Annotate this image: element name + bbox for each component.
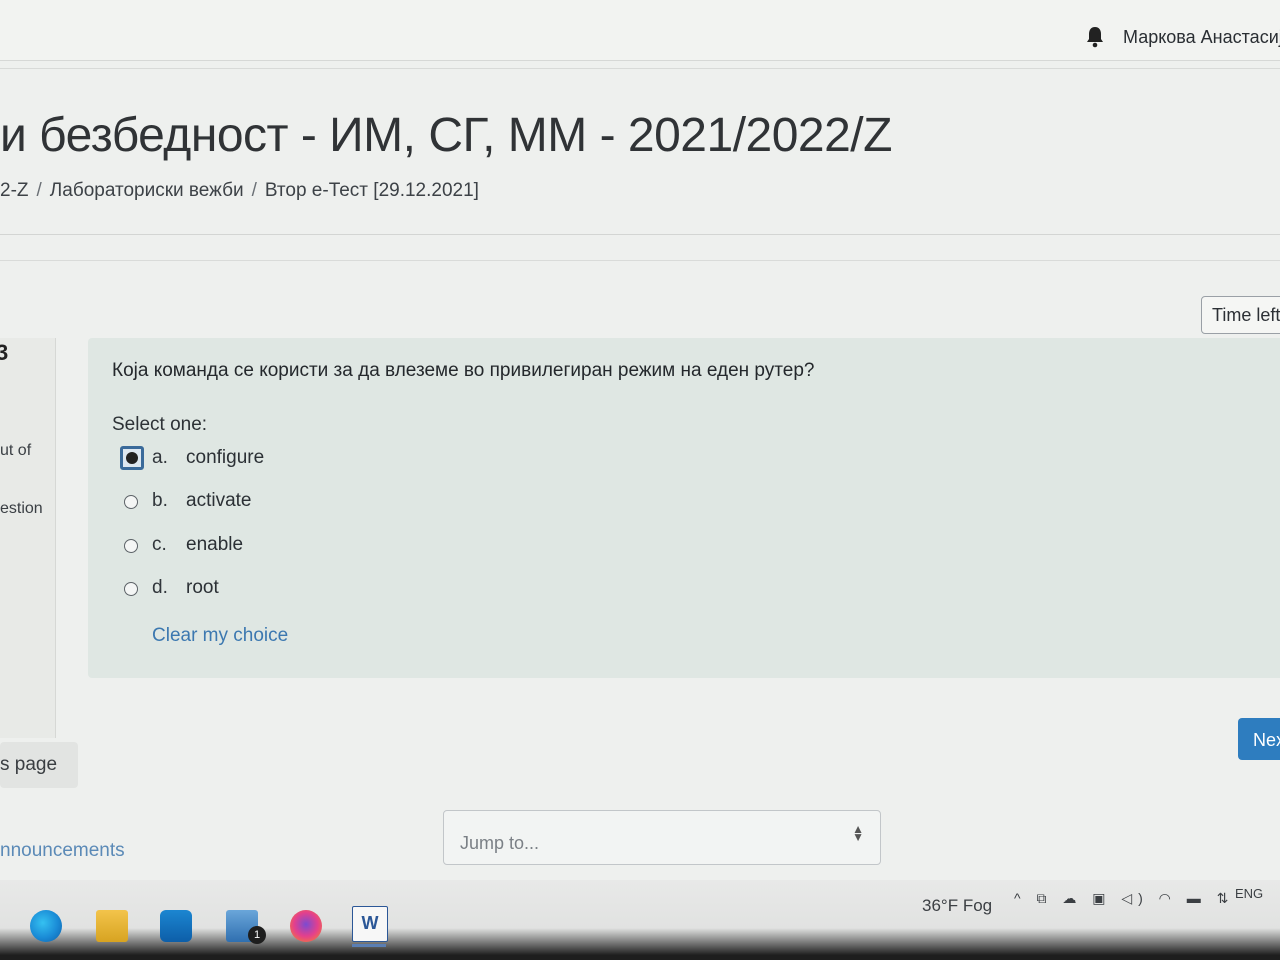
- top-navbar: Маркова Анастасија: [0, 0, 1280, 69]
- breadcrumb: 2-Z / Лабораториски вежби / Втор е-Тест [29.…: [0, 180, 479, 202]
- store-icon[interactable]: [160, 910, 192, 942]
- announcements-link[interactable]: nnouncements: [0, 840, 125, 862]
- option-text[interactable]: configure: [186, 447, 264, 469]
- radio-button-selected[interactable]: [120, 446, 144, 470]
- option-text[interactable]: enable: [186, 534, 243, 556]
- option-letter: d.: [152, 577, 168, 598]
- question-info-panel: 3 ut of estion: [0, 338, 56, 738]
- mail-badge: 1: [248, 926, 266, 944]
- file-explorer-icon[interactable]: [96, 910, 128, 942]
- divider: [0, 260, 1280, 261]
- edge-icon[interactable]: [30, 910, 62, 942]
- radio-button[interactable]: [124, 539, 138, 553]
- system-tray-icons[interactable]: ^ ⧉ ☁ ▣ ◁) ◠ ▬ ⇅: [1014, 890, 1234, 907]
- jump-to-placeholder: Jump to...: [460, 833, 540, 853]
- option-letter: a.: [152, 447, 168, 468]
- jump-to-select[interactable]: Jump to... ▲ ▼: [443, 810, 881, 865]
- option-text[interactable]: root: [186, 577, 219, 599]
- breadcrumb-item-course[interactable]: 2-Z: [0, 180, 29, 201]
- timer-label: Time left: [1212, 305, 1280, 325]
- option-letter: b.: [152, 490, 168, 511]
- option-letter: c.: [152, 534, 167, 555]
- option-text[interactable]: activate: [186, 490, 251, 512]
- user-menu[interactable]: Маркова Анастасија: [1123, 27, 1280, 48]
- weather-widget[interactable]: 36°F Fog: [922, 896, 992, 916]
- question-number: 3: [0, 340, 9, 365]
- active-app-indicator: [352, 944, 386, 947]
- bell-icon[interactable]: [1085, 26, 1105, 48]
- divider: [0, 234, 1280, 235]
- navbar-divider: [0, 68, 1280, 69]
- answer-option-c[interactable]: c. enable: [118, 533, 418, 563]
- answer-option-b[interactable]: b. activate: [118, 489, 418, 519]
- radio-button[interactable]: [124, 495, 138, 509]
- firefox-icon[interactable]: [290, 910, 322, 942]
- breadcrumb-item-section[interactable]: Лабораториски вежби: [50, 180, 244, 201]
- answer-option-d[interactable]: d. root: [118, 576, 418, 606]
- time-left-timer: Time left: [1201, 296, 1280, 334]
- breadcrumb-item-quiz[interactable]: Втор е-Тест [29.12.2021]: [265, 180, 479, 201]
- question-text: Која команда се користи за да влеземе во…: [112, 360, 815, 381]
- select-arrows-icon: ▲ ▼: [852, 822, 864, 844]
- language-indicator[interactable]: ENG: [1235, 886, 1263, 901]
- word-icon[interactable]: W: [352, 906, 388, 942]
- breadcrumb-separator: /: [251, 180, 257, 201]
- page-title: и безбедност - ИМ, СГ, ММ - 2021/2022/Z: [0, 109, 892, 162]
- breadcrumb-separator: /: [36, 180, 42, 201]
- answer-option-a[interactable]: a. configure: [118, 446, 418, 476]
- select-one-prompt: Select one:: [112, 414, 208, 435]
- previous-button-label: s page: [0, 754, 58, 775]
- flag-question-link[interactable]: estion: [0, 500, 43, 518]
- next-button-label: Nex: [1253, 730, 1280, 750]
- question-content: Која команда се користи за да влеземе во…: [88, 338, 1280, 678]
- next-page-button[interactable]: Nex: [1238, 718, 1280, 760]
- clear-my-choice-link[interactable]: Clear my choice: [152, 625, 288, 647]
- previous-page-button[interactable]: s page: [0, 742, 78, 788]
- radio-button[interactable]: [124, 582, 138, 596]
- question-marks: ut of: [0, 442, 32, 459]
